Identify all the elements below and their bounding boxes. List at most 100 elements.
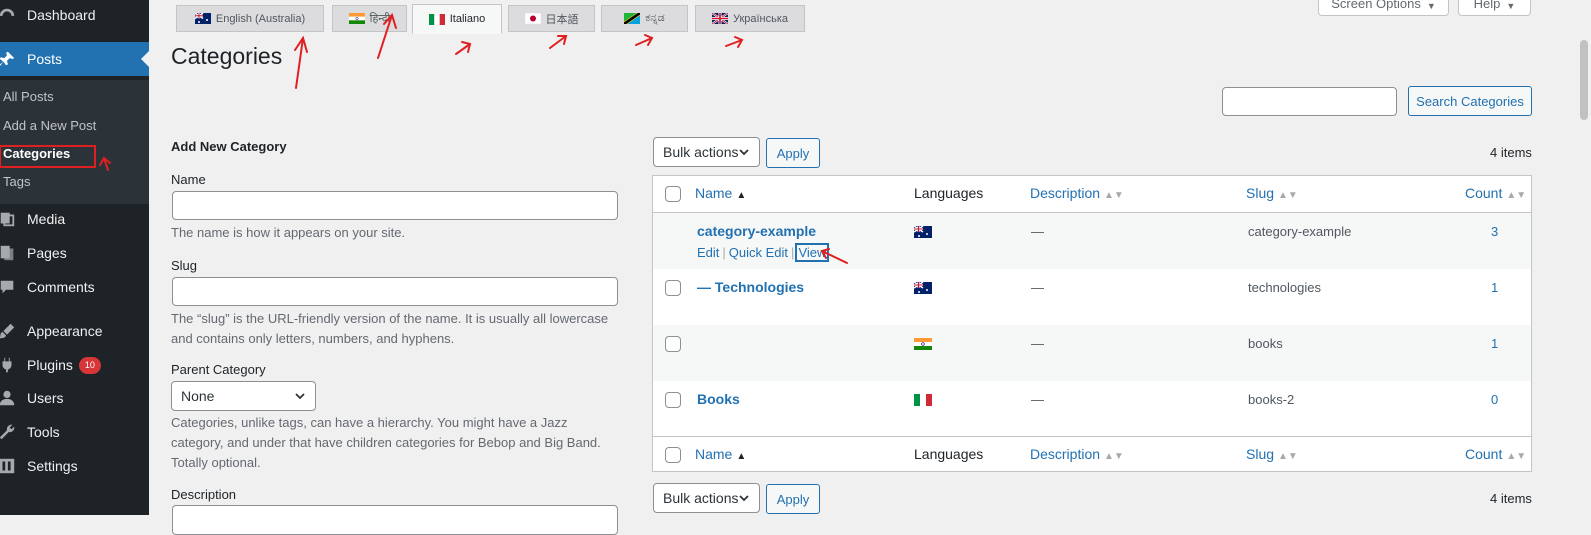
category-count-link[interactable]: 1 — [1491, 336, 1498, 351]
sort-icon: ▲▼ — [1506, 451, 1527, 462]
category-count-link[interactable]: 0 — [1491, 392, 1498, 407]
column-description[interactable]: Description ▲▼ — [1030, 446, 1124, 462]
submenu-all-posts[interactable]: All Posts — [3, 89, 54, 104]
lang-tab-label: हिन्दी — [369, 13, 391, 25]
name-input[interactable] — [172, 191, 618, 220]
screen-options-button[interactable]: Screen Options ▼ — [1318, 0, 1449, 16]
menu-plugins[interactable]: Plugins 10 — [0, 348, 149, 382]
lang-tab-italiano[interactable]: Italiano — [412, 4, 502, 34]
row-checkbox[interactable] — [665, 280, 681, 296]
column-count[interactable]: Count ▲▼ — [1465, 185, 1526, 201]
row-checkbox[interactable] — [665, 336, 681, 352]
lang-tab-kannada[interactable]: ಕನ್ನಡ — [601, 5, 688, 32]
table-footer: Name ▲ Languages Description ▲▼ Slug ▲▼ Cou… — [653, 436, 1531, 473]
submenu-categories[interactable]: Categories — [3, 146, 70, 161]
category-name-link[interactable]: category-example — [697, 223, 816, 239]
edit-link[interactable]: Edit — [697, 245, 719, 260]
bulk-actions-select-top[interactable]: Bulk actions — [653, 137, 760, 167]
menu-users[interactable]: Users — [0, 381, 149, 415]
australia-flag-icon — [194, 13, 211, 24]
menu-media-label: Media — [27, 211, 66, 227]
column-count-label: Count — [1465, 185, 1503, 201]
sort-icon: ▲▼ — [1278, 190, 1298, 201]
pages-icon — [0, 244, 16, 262]
apply-button-bottom[interactable]: Apply — [766, 484, 820, 514]
slug-label: Slug — [171, 258, 198, 273]
lang-tab-label: 日本語 — [545, 13, 579, 26]
menu-tools[interactable]: Tools — [0, 415, 149, 449]
slug-help-text: The “slug” is the URL-friendly version o… — [171, 311, 609, 346]
view-link[interactable]: View — [795, 243, 830, 262]
lang-tab-hindi[interactable]: हिन्दी — [332, 5, 407, 32]
column-name[interactable]: Name ▲ — [695, 185, 746, 201]
search-categories-button[interactable]: Search Categories — [1408, 86, 1532, 116]
table-row: — Technologies — technologies 1 — [653, 269, 1531, 325]
lang-tab-ukrainian[interactable]: Українська — [695, 5, 805, 32]
description-textarea[interactable] — [172, 505, 618, 535]
menu-settings-label: Settings — [27, 458, 78, 474]
category-count-link[interactable]: 1 — [1491, 280, 1498, 295]
lang-tab-label: ಕನ್ನಡ — [645, 12, 665, 24]
scrollbar-thumb[interactable] — [1580, 40, 1588, 120]
select-all-checkbox[interactable] — [665, 186, 681, 202]
search-input[interactable] — [1222, 87, 1397, 116]
category-name-link[interactable]: — Technologies — [697, 279, 804, 295]
category-slug: books — [1248, 336, 1283, 351]
settings-icon — [0, 457, 16, 475]
table-row: — books 1 — [653, 325, 1531, 381]
column-description[interactable]: Description ▲▼ — [1030, 185, 1124, 201]
user-icon — [0, 389, 16, 407]
pushpin-icon — [0, 50, 16, 68]
italy-flag-icon — [914, 394, 932, 409]
active-indicator — [141, 51, 149, 67]
comments-icon — [0, 278, 16, 296]
column-description-label: Description — [1030, 446, 1101, 462]
menu-pages[interactable]: Pages — [0, 236, 149, 270]
column-slug[interactable]: Slug ▲▼ — [1246, 446, 1298, 462]
row-checkbox[interactable] — [665, 392, 681, 408]
lang-tab-japanese[interactable]: 日本語 — [508, 5, 595, 32]
row-actions: Edit | Quick Edit | View — [697, 243, 830, 262]
submenu-tags[interactable]: Tags — [3, 174, 30, 189]
menu-posts[interactable]: Posts — [0, 42, 149, 76]
plugins-update-badge: 10 — [78, 356, 101, 374]
parent-category-select[interactable]: None — [171, 381, 316, 411]
menu-comments-label: Comments — [27, 279, 95, 295]
category-name-link[interactable]: Books — [697, 391, 740, 407]
categories-table: Name ▲ Languages Description ▲▼ Slug ▲▼ Cou… — [652, 175, 1532, 472]
menu-plugins-label: Plugins — [27, 357, 73, 373]
column-name-label: Name — [695, 185, 733, 201]
parent-category-help-text: Categories, unlike tags, can have a hier… — [171, 415, 601, 470]
slug-input[interactable] — [172, 277, 618, 306]
lang-tab-english-australia[interactable]: English (Australia) — [176, 5, 324, 32]
bulk-actions-label: Bulk actions — [663, 490, 739, 506]
posts-submenu: All Posts Add a New Post Categories Tags — [0, 80, 149, 204]
select-all-checkbox[interactable] — [665, 447, 681, 463]
bulk-actions-select-bottom[interactable]: Bulk actions — [653, 483, 760, 513]
menu-settings[interactable]: Settings — [0, 449, 149, 483]
lang-tab-label: Italiano — [449, 13, 486, 25]
category-description: — — [1031, 224, 1044, 239]
category-slug: books-2 — [1248, 392, 1295, 407]
quick-edit-link[interactable]: Quick Edit — [729, 245, 788, 260]
category-slug: category-example — [1248, 224, 1352, 239]
category-count-link[interactable]: 3 — [1491, 224, 1498, 239]
media-icon — [0, 210, 16, 228]
column-name[interactable]: Name ▲ — [695, 446, 746, 462]
menu-tools-label: Tools — [27, 424, 60, 440]
submenu-add-new-post[interactable]: Add a New Post — [3, 118, 96, 133]
menu-media[interactable]: Media — [0, 202, 149, 236]
plug-icon — [0, 356, 16, 374]
sort-asc-icon: ▲ — [736, 451, 747, 462]
sort-icon: ▲▼ — [1278, 451, 1298, 462]
column-count[interactable]: Count ▲▼ — [1465, 446, 1526, 462]
column-slug[interactable]: Slug ▲▼ — [1246, 185, 1298, 201]
menu-appearance[interactable]: Appearance — [0, 314, 149, 348]
sort-icon: ▲▼ — [1104, 190, 1124, 201]
menu-comments[interactable]: Comments — [0, 270, 149, 304]
menu-dashboard[interactable]: Dashboard — [0, 0, 149, 32]
apply-button-top[interactable]: Apply — [766, 138, 820, 168]
caret-down-icon: ▼ — [1506, 1, 1516, 11]
help-button[interactable]: Help ▼ — [1458, 0, 1531, 16]
scrollbar-track[interactable] — [1577, 0, 1591, 515]
